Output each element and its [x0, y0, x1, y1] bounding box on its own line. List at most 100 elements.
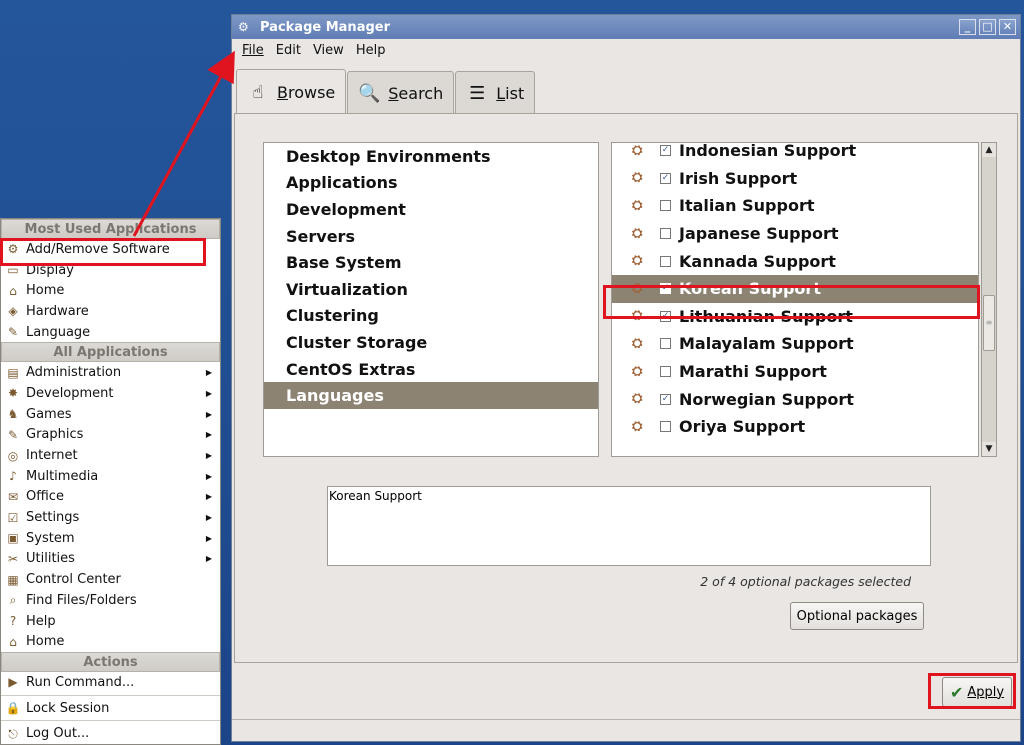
package-group-row[interactable]: ⛭ ✓ Indonesian Support — [612, 142, 978, 165]
menu-item-label: Run Command... — [26, 674, 135, 690]
submenu-arrow-icon: ▶ — [205, 554, 212, 564]
category-item[interactable]: Virtualization — [264, 276, 598, 303]
package-group-row[interactable]: ⛭ ✓ Irish Support — [612, 165, 978, 193]
submenu-arrow-icon: ▶ — [205, 471, 212, 481]
tab-search-label: Search — [388, 84, 444, 103]
all-applications-item[interactable]: ✉ Office ▶ — [1, 487, 220, 508]
all-applications-item[interactable]: ⌂ Home — [1, 631, 220, 652]
menu-item-label: Office — [26, 489, 64, 505]
menu-view[interactable]: View — [307, 43, 350, 58]
package-checkbox[interactable]: ✓ — [660, 393, 671, 405]
category-item[interactable]: Base System — [264, 249, 598, 276]
menu-file[interactable]: File — [236, 43, 270, 58]
action-item[interactable]: ▶ Run Command... — [1, 672, 220, 693]
minimize-button[interactable]: _ — [959, 19, 976, 35]
all-applications-item[interactable]: ▦ Control Center — [1, 569, 220, 590]
package-checkbox[interactable] — [660, 228, 671, 240]
language-pack-icon: ⛭ — [632, 418, 643, 434]
package-checkbox[interactable] — [660, 200, 671, 212]
package-group-label: Malayalam Support — [679, 334, 854, 354]
package-group-row[interactable]: ⛭ Italian Support — [612, 192, 978, 220]
category-item[interactable]: Clustering — [264, 303, 598, 330]
all-applications-item[interactable]: ▣ System ▶ — [1, 528, 220, 549]
optional-packages-info: 2 of 4 optional packages selected — [700, 574, 911, 589]
scroll-up-arrow-icon[interactable]: ▲ — [982, 143, 996, 157]
category-item[interactable]: Languages — [264, 382, 598, 409]
category-item[interactable]: Desktop Environments — [264, 143, 598, 170]
package-checkbox[interactable]: ✓ — [660, 145, 671, 157]
all-applications-item[interactable]: ? Help — [1, 611, 220, 632]
package-group-label: Irish Support — [679, 168, 798, 188]
all-applications-item[interactable]: ✎ Graphics ▶ — [1, 425, 220, 446]
title-bar[interactable]: ⚙ Package Manager _ □ ✕ — [232, 15, 1020, 39]
language-pack-icon: ⛭ — [632, 142, 643, 158]
all-applications-item[interactable]: ☑ Settings ▶ — [1, 507, 220, 528]
all-applications-item[interactable]: ✸ Development ▶ — [1, 383, 220, 404]
category-item[interactable]: Servers — [264, 223, 598, 250]
package-checkbox[interactable] — [660, 255, 671, 267]
all-applications-item[interactable]: ◎ Internet ▶ — [1, 445, 220, 466]
menu-item-label: Development — [26, 385, 114, 401]
most-used-item[interactable]: ✎ Language — [1, 322, 220, 343]
tab-browse[interactable]: ☝ Browse — [236, 69, 347, 115]
menu-separator — [1, 694, 220, 696]
most-used-item[interactable]: ⌂ Home — [1, 280, 220, 301]
action-item[interactable]: 🔒 Lock Session — [1, 698, 220, 719]
magnifier-icon: 🔍 — [358, 83, 381, 104]
package-checkbox[interactable] — [660, 338, 671, 350]
package-group-row[interactable]: ⛭ Marathi Support — [612, 358, 978, 386]
status-bar — [232, 719, 1020, 741]
language-pack-icon: ⛭ — [632, 391, 643, 407]
maximize-button[interactable]: □ — [979, 19, 996, 35]
package-group-row[interactable]: ⛭ ✓ Norwegian Support — [612, 385, 978, 413]
highlight-korean-support — [603, 285, 980, 319]
menu-edit[interactable]: Edit — [270, 43, 307, 58]
package-group-row[interactable]: ⛭ Kannada Support — [612, 247, 978, 275]
optional-packages-button-label: Optional packages — [796, 608, 918, 624]
menu-item-label: Log Out... — [26, 726, 90, 742]
submenu-arrow-icon: ▶ — [205, 492, 212, 502]
settings-icon: ☑ — [7, 510, 19, 525]
menu-help[interactable]: Help — [350, 43, 392, 58]
all-applications-item[interactable]: ✂ Utilities ▶ — [1, 549, 220, 570]
home-icon: ⌂ — [9, 283, 17, 298]
category-item[interactable]: Cluster Storage — [264, 329, 598, 356]
tab-search[interactable]: 🔍 Search — [347, 71, 455, 115]
language-pack-icon: ⛭ — [632, 225, 643, 241]
scrollbar-thumb[interactable]: ≡ — [983, 295, 995, 351]
internet-icon: ◎ — [7, 448, 19, 463]
submenu-arrow-icon: ▶ — [205, 430, 212, 440]
package-group-row[interactable]: ⛭ Oriya Support — [612, 413, 978, 441]
tab-browse-label: Browse — [277, 83, 336, 102]
tab-list[interactable]: ☰ List — [455, 71, 536, 115]
all-applications-item[interactable]: ♞ Games ▶ — [1, 404, 220, 425]
menu-separator — [1, 720, 220, 722]
package-group-row[interactable]: ⛭ Malayalam Support — [612, 330, 978, 358]
logout-icon: ⎋ — [8, 726, 18, 741]
all-applications-item[interactable]: ⌕ Find Files/Folders — [1, 590, 220, 611]
package-list-scrollbar[interactable]: ▲ ≡ ▼ — [981, 142, 997, 457]
all-applications-item[interactable]: ▤ Administration ▶ — [1, 362, 220, 383]
utilities-icon: ✂ — [7, 551, 19, 566]
menu-item-label: Multimedia — [26, 468, 99, 484]
category-item[interactable]: Applications — [264, 170, 598, 197]
close-button[interactable]: ✕ — [999, 19, 1016, 35]
development-icon: ✸ — [7, 386, 19, 401]
package-checkbox[interactable] — [660, 366, 671, 378]
list-icon: ☰ — [469, 83, 486, 104]
admin-icon: ▤ — [7, 365, 19, 380]
category-item[interactable]: CentOS Extras — [264, 356, 598, 383]
lock-icon: 🔒 — [5, 701, 21, 716]
category-item[interactable]: Development — [264, 196, 598, 223]
language-pack-icon: ⛭ — [632, 363, 643, 379]
package-checkbox[interactable] — [660, 421, 671, 433]
package-checkbox[interactable]: ✓ — [660, 172, 671, 184]
optional-packages-button[interactable]: Optional packages — [790, 602, 924, 630]
action-item[interactable]: ⎋ Log Out... — [1, 723, 220, 744]
most-used-item[interactable]: ◈ Hardware — [1, 301, 220, 322]
scroll-down-arrow-icon[interactable]: ▼ — [982, 442, 996, 456]
menu-item-label: Help — [26, 613, 56, 629]
package-group-row[interactable]: ⛭ Japanese Support — [612, 220, 978, 248]
office-icon: ✉ — [7, 489, 19, 504]
all-applications-item[interactable]: ♪ Multimedia ▶ — [1, 466, 220, 487]
